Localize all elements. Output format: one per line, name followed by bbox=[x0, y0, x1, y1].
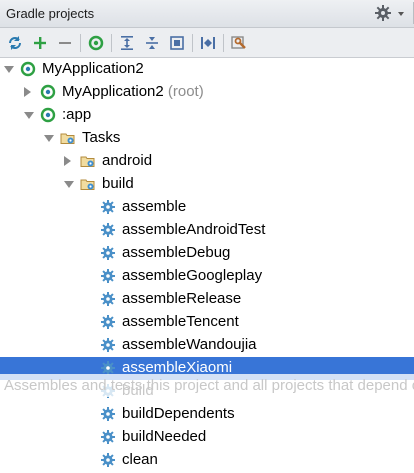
task-item[interactable]: assemble bbox=[0, 196, 414, 219]
toolbar-divider bbox=[111, 34, 112, 52]
tree-node-label: assembleTencent bbox=[122, 313, 239, 330]
toolbar-divider bbox=[223, 34, 224, 52]
tooltip-text: Assembles and tests this project and all… bbox=[4, 377, 414, 394]
tree-node-name: buildNeeded bbox=[122, 428, 207, 445]
tree-node-label: clean bbox=[122, 451, 158, 468]
tree-node-label: build bbox=[102, 175, 134, 192]
tree-node-label: android bbox=[102, 152, 152, 169]
panel-title: Gradle projects bbox=[6, 6, 95, 21]
tree-node-name: assemble bbox=[122, 198, 187, 215]
expand-right-icon[interactable] bbox=[64, 156, 71, 166]
tree-node-label: MyApplication2 bbox=[42, 60, 144, 77]
tree-node-name: clean bbox=[122, 451, 158, 468]
toolbar-divider bbox=[80, 34, 81, 52]
task-item[interactable]: assembleRelease bbox=[0, 288, 414, 311]
gradle-task-tree: MyApplication2 MyApplication2 (root):app T… bbox=[0, 58, 414, 468]
task-gear-icon bbox=[100, 222, 116, 238]
gradle-project-icon bbox=[40, 84, 56, 100]
tree-node[interactable]: :app bbox=[0, 104, 414, 127]
tree-node-label: buildDependents bbox=[122, 405, 235, 422]
execute-task-icon[interactable] bbox=[86, 33, 106, 53]
task-gear-icon bbox=[100, 245, 116, 261]
task-gear-icon bbox=[100, 406, 116, 422]
expand-down-icon[interactable] bbox=[64, 181, 74, 188]
task-item[interactable]: assembleWandoujia bbox=[0, 334, 414, 357]
tree-node-name: assembleGoogleplay bbox=[122, 267, 263, 284]
gradle-project-icon bbox=[20, 61, 36, 77]
panel-header: Gradle projects bbox=[0, 0, 414, 28]
gradle-settings-icon[interactable] bbox=[229, 33, 249, 53]
task-description-tooltip: Assembles and tests this project and all… bbox=[0, 374, 414, 397]
tree-node-name: assembleRelease bbox=[122, 290, 242, 307]
tree-node[interactable]: Tasks bbox=[0, 127, 414, 150]
task-folder-icon bbox=[80, 176, 96, 192]
expand-all-icon[interactable] bbox=[117, 33, 137, 53]
group-icon[interactable] bbox=[167, 33, 187, 53]
expand-right-icon[interactable] bbox=[24, 87, 31, 97]
task-gear-icon bbox=[100, 199, 116, 215]
task-item[interactable]: assembleTencent bbox=[0, 311, 414, 334]
tree-node-name: Tasks bbox=[82, 129, 121, 146]
tree-node-name: buildDependents bbox=[122, 405, 235, 422]
tree-node-label: :app bbox=[62, 106, 91, 123]
task-gear-icon bbox=[100, 337, 116, 353]
tree-node[interactable]: MyApplication2 bbox=[0, 58, 414, 81]
task-gear-icon bbox=[100, 429, 116, 445]
task-gear-icon bbox=[100, 314, 116, 330]
remove-icon[interactable] bbox=[55, 33, 75, 53]
task-gear-icon bbox=[100, 452, 116, 468]
add-icon[interactable] bbox=[30, 33, 50, 53]
collapse-all-icon[interactable] bbox=[142, 33, 162, 53]
tree-node-name: android bbox=[102, 152, 153, 169]
gradle-project-icon bbox=[40, 107, 56, 123]
task-folder-icon bbox=[80, 153, 96, 169]
tree-node-name: assembleAndroidTest bbox=[122, 221, 266, 238]
tree-node[interactable]: android bbox=[0, 150, 414, 173]
toolbar-divider bbox=[192, 34, 193, 52]
tree-node-label: assemble bbox=[122, 198, 186, 215]
tree-node-name: MyApplication2 bbox=[42, 60, 144, 77]
tree-node-label: MyApplication2 (root) bbox=[62, 83, 204, 100]
refresh-icon[interactable] bbox=[5, 33, 25, 53]
tree-node-label: assembleDebug bbox=[122, 244, 230, 261]
tree-node-label: assembleRelease bbox=[122, 290, 241, 307]
task-item[interactable]: assembleAndroidTest bbox=[0, 219, 414, 242]
tree-node-name: assembleDebug bbox=[122, 244, 231, 261]
tree-node-name: :app bbox=[62, 106, 92, 123]
toolbar bbox=[0, 28, 414, 58]
expand-down-icon[interactable] bbox=[24, 112, 34, 119]
task-item[interactable]: assembleDebug bbox=[0, 242, 414, 265]
task-gear-icon bbox=[100, 291, 116, 307]
task-item[interactable]: buildNeeded bbox=[0, 426, 414, 449]
expand-down-icon[interactable] bbox=[4, 66, 14, 73]
tree-node-name: build bbox=[102, 175, 134, 192]
gear-icon[interactable] bbox=[374, 4, 392, 22]
toggle-offline-icon[interactable] bbox=[198, 33, 218, 53]
task-folder-icon bbox=[60, 130, 76, 146]
expand-down-icon[interactable] bbox=[44, 135, 54, 142]
task-item[interactable]: assembleGoogleplay bbox=[0, 265, 414, 288]
task-item[interactable]: buildDependents bbox=[0, 403, 414, 426]
task-gear-icon bbox=[100, 268, 116, 284]
root-suffix: (root) bbox=[163, 83, 204, 100]
tree-node-name: assembleWandoujia bbox=[122, 336, 257, 353]
task-item[interactable]: clean bbox=[0, 449, 414, 472]
tree-node-label: assembleAndroidTest bbox=[122, 221, 265, 238]
tree-node-label: assembleGoogleplay bbox=[122, 267, 262, 284]
tree-node[interactable]: build bbox=[0, 173, 414, 196]
tree-node[interactable]: MyApplication2 (root) bbox=[0, 81, 414, 104]
tree-node-name: MyApplication2 bbox=[62, 83, 164, 100]
tree-node-label: Tasks bbox=[82, 129, 120, 146]
tree-node-label: assembleWandoujia bbox=[122, 336, 257, 353]
tree-node-name: assembleTencent bbox=[122, 313, 239, 330]
tree-node-label: buildNeeded bbox=[122, 428, 206, 445]
chevron-down-icon[interactable] bbox=[398, 12, 404, 16]
